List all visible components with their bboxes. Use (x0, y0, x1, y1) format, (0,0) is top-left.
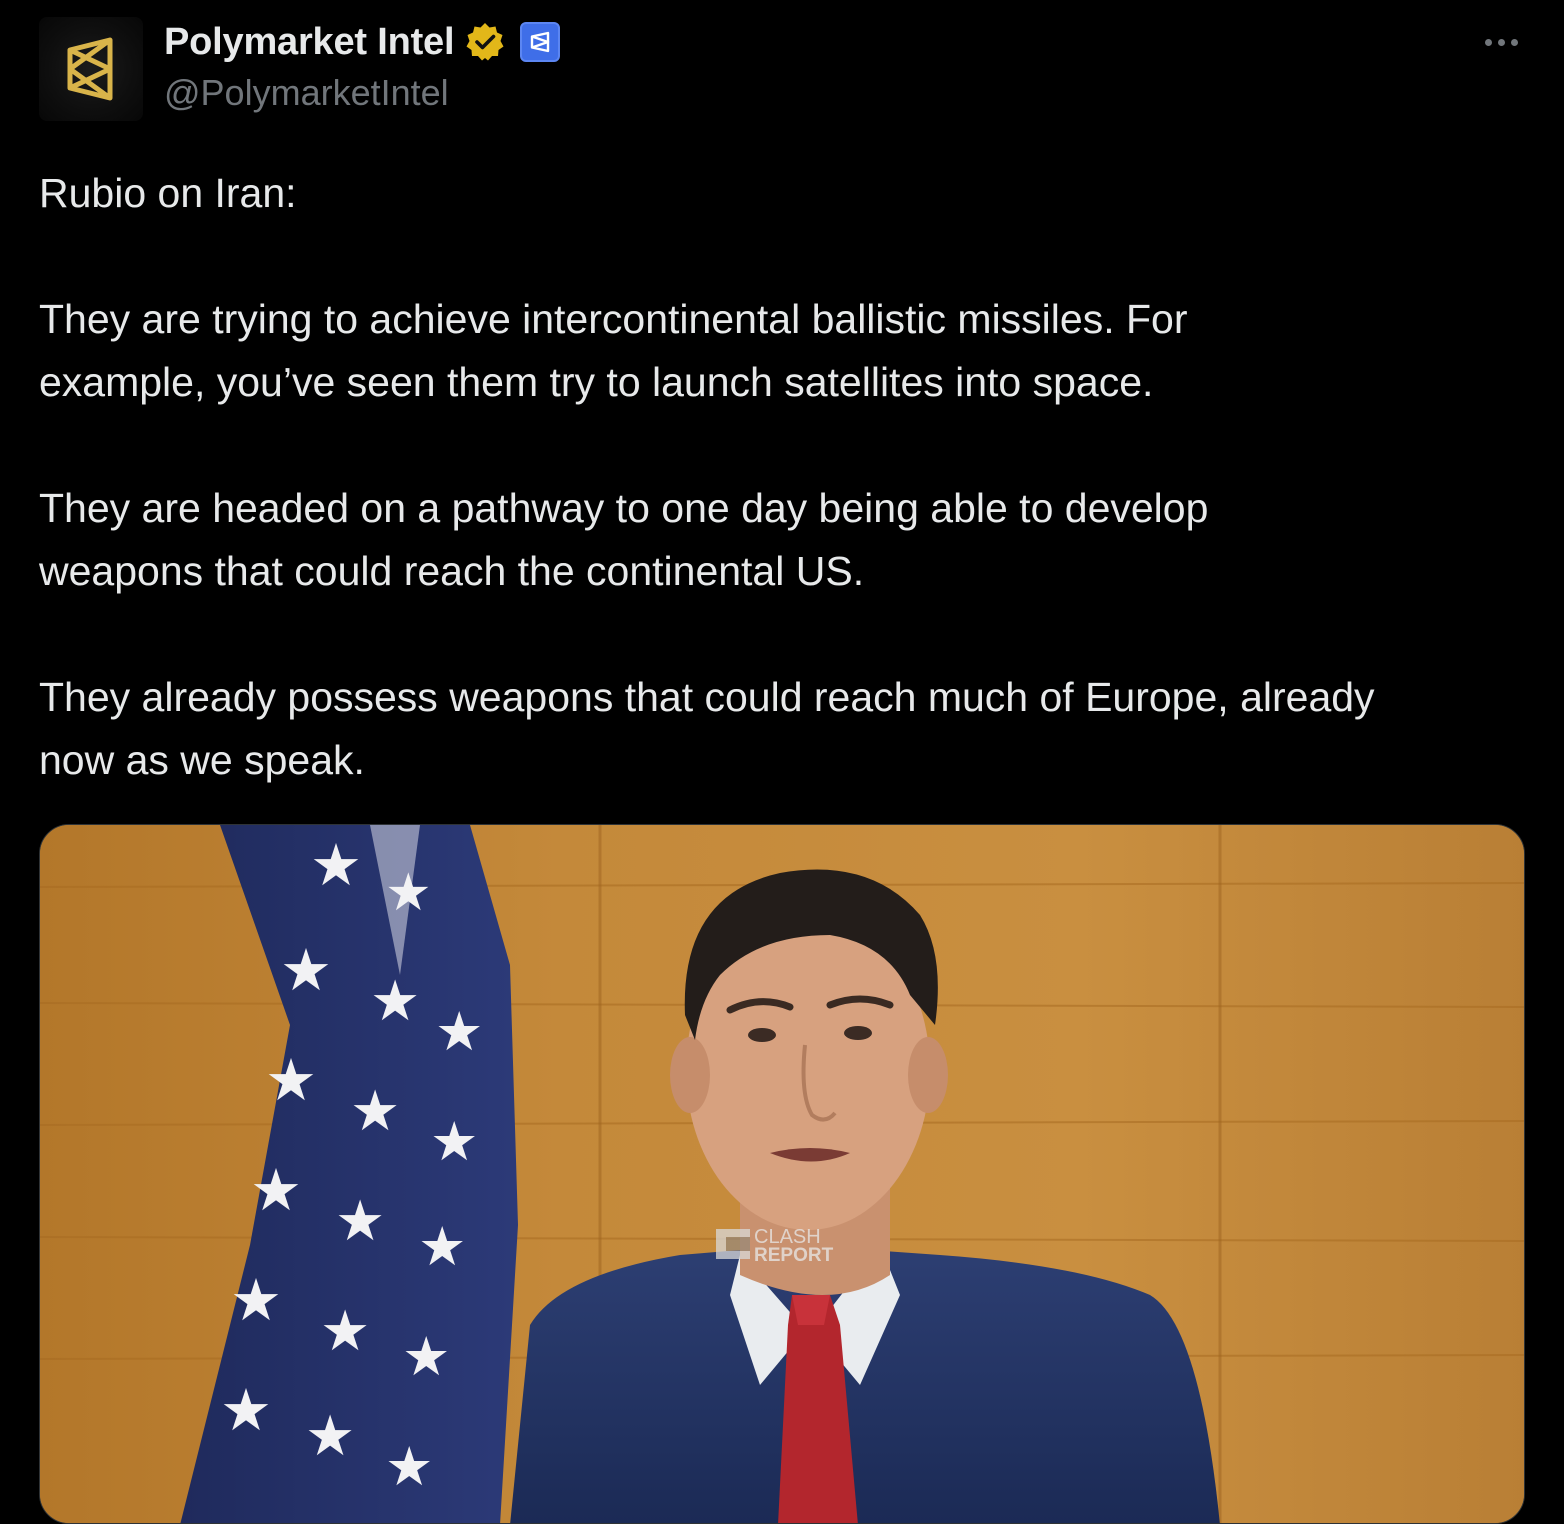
svg-text:★: ★ (250, 1156, 302, 1224)
post-line: now as we speak. (39, 737, 365, 783)
account-handle[interactable]: @PolymarketIntel (164, 72, 449, 114)
svg-text:★: ★ (220, 1376, 272, 1444)
display-name[interactable]: Polymarket Intel (164, 21, 455, 64)
svg-text:★: ★ (320, 1299, 370, 1364)
post-line: They are headed on a pathway to one day … (39, 485, 1209, 531)
polymarket-logo-icon (67, 37, 113, 101)
affiliate-badge-icon[interactable] (520, 22, 561, 62)
tweet-post: Polymarket Intel @PolymarketIntel Rubio … (0, 0, 1564, 1524)
post-media-video[interactable]: ★ ★ ★ ★ ★ ★ ★ ★ ★ ★ ★ ★ ★ ★ ★ ★ ★ CLASH … (39, 824, 1525, 1524)
watermark-line2: REPORT (754, 1245, 834, 1266)
svg-text:★: ★ (350, 1079, 400, 1144)
svg-text:★: ★ (430, 1110, 478, 1173)
post-line: weapons that could reach the continental… (39, 548, 865, 594)
post-line: They are trying to achieve intercontinen… (39, 296, 1188, 342)
post-line: example, you’ve seen them try to launch … (39, 359, 1154, 405)
svg-text:★: ★ (310, 831, 362, 899)
post-paragraph: Rubio on Iran: (39, 162, 1539, 225)
post-paragraph: They are headed on a pathway to one day … (39, 477, 1539, 603)
svg-text:★: ★ (385, 863, 432, 923)
more-dot (1510, 38, 1518, 46)
video-frame: ★ ★ ★ ★ ★ ★ ★ ★ ★ ★ ★ ★ ★ ★ ★ ★ ★ CLASH … (40, 825, 1524, 1523)
svg-text:★: ★ (265, 1046, 317, 1114)
svg-text:★: ★ (280, 936, 332, 1004)
post-line: Rubio on Iran: (39, 170, 297, 216)
verified-badge-icon[interactable] (464, 21, 506, 63)
svg-text:★: ★ (385, 1435, 433, 1498)
post-text: Rubio on Iran: They are trying to achiev… (39, 162, 1539, 792)
more-horizontal-icon (1484, 38, 1492, 46)
svg-text:★: ★ (305, 1404, 355, 1469)
svg-text:★: ★ (370, 969, 420, 1034)
svg-text:★: ★ (402, 1325, 450, 1388)
post-line: They already possess weapons that could … (39, 674, 1375, 720)
more-options-button[interactable] (1474, 22, 1528, 62)
more-dot (1497, 38, 1505, 46)
post-paragraph: They are trying to achieve intercontinen… (39, 288, 1539, 414)
svg-text:★: ★ (230, 1266, 282, 1334)
svg-text:★: ★ (418, 1215, 466, 1278)
account-avatar[interactable] (39, 17, 143, 121)
svg-text:★: ★ (335, 1189, 385, 1254)
account-name-row: Polymarket Intel (164, 18, 561, 66)
svg-text:★: ★ (435, 1000, 483, 1063)
post-paragraph: They already possess weapons that could … (39, 666, 1539, 792)
